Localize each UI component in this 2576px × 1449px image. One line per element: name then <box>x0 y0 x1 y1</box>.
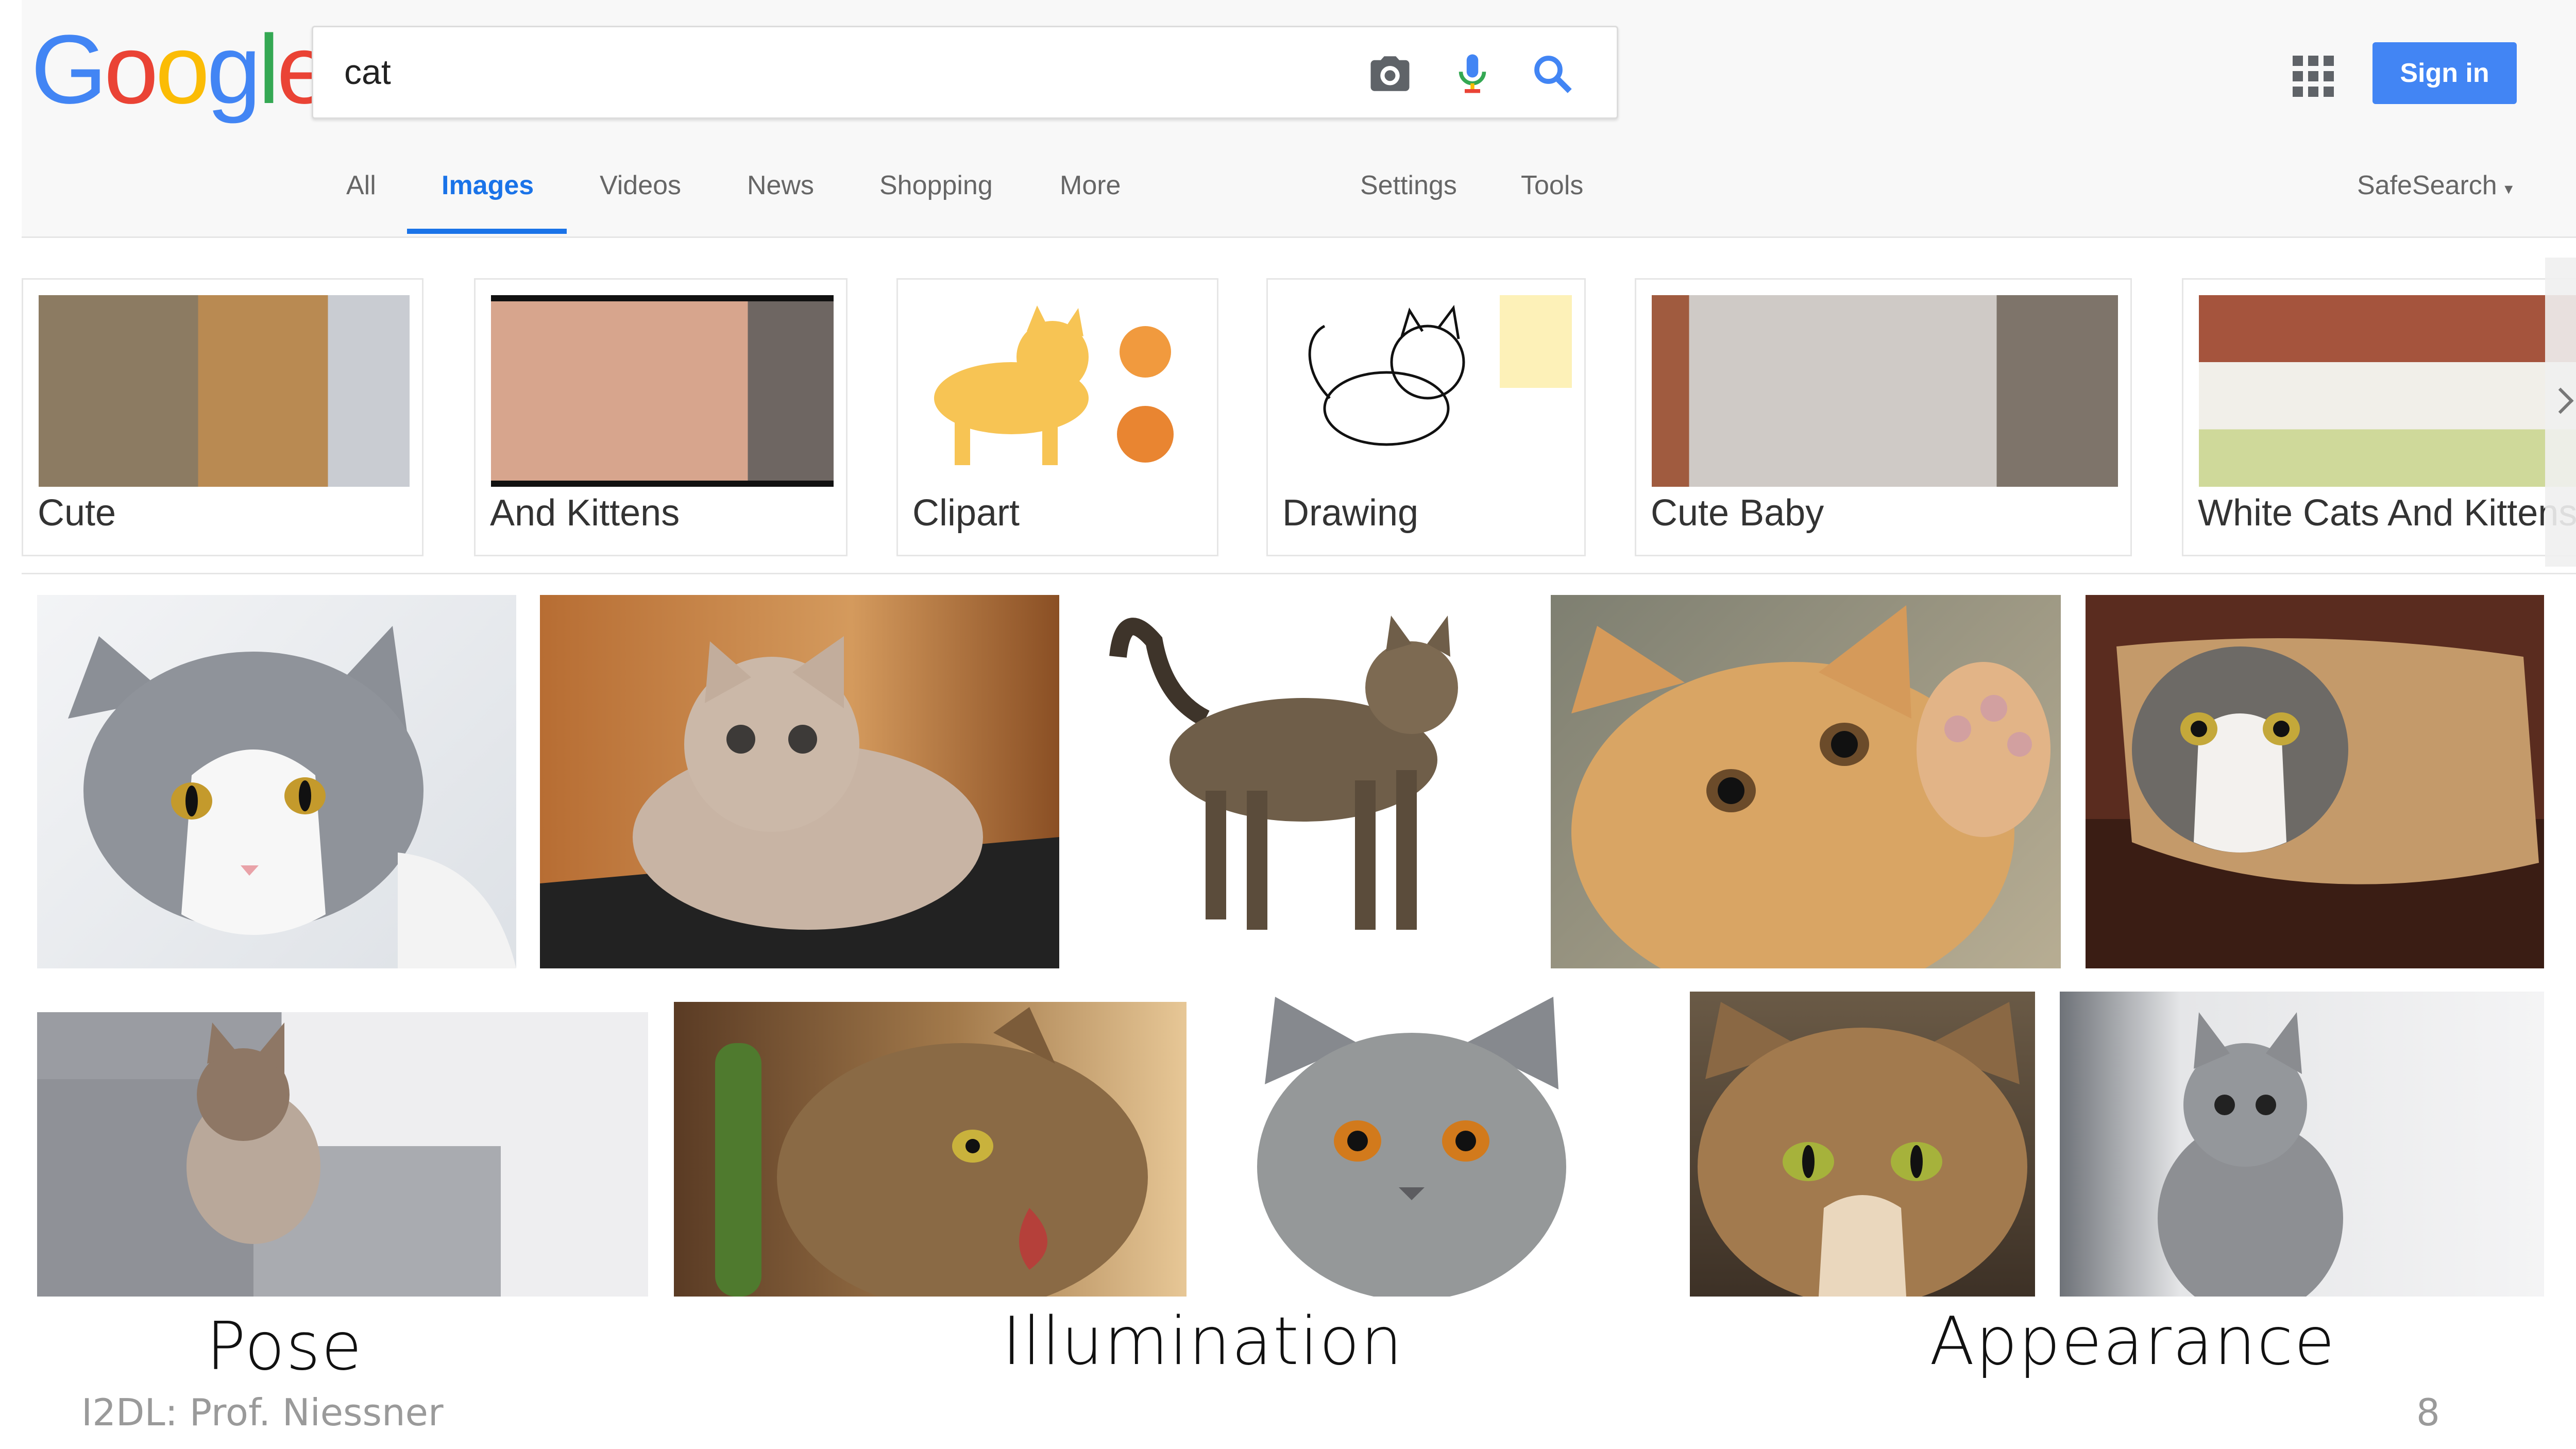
tab-videos[interactable]: Videos <box>600 170 681 201</box>
chip-cute[interactable]: Cute <box>22 278 423 556</box>
chip-thumbnail <box>1283 295 1572 487</box>
chip-cute-baby[interactable]: Cute Baby <box>1635 278 2132 556</box>
result-image[interactable] <box>1244 992 1579 1297</box>
safesearch-dropdown[interactable]: SafeSearch ▾ <box>2357 170 2513 201</box>
chip-label: Clipart <box>912 492 1020 534</box>
tab-all[interactable]: All <box>346 170 376 201</box>
microphone-icon[interactable] <box>1449 50 1496 97</box>
header-divider <box>22 236 2576 238</box>
caret-down-icon: ▾ <box>2504 179 2513 198</box>
chip-thumbnail <box>491 295 834 487</box>
chip-label: Cute <box>38 492 116 534</box>
tab-images[interactable]: Images <box>442 170 534 201</box>
gray-british-shorthair-photo <box>1257 997 1566 1297</box>
tab-more[interactable]: More <box>1060 170 1121 201</box>
result-image[interactable] <box>540 595 1059 968</box>
footer-credit: I2DL: Prof. Niessner <box>81 1391 444 1434</box>
result-image[interactable] <box>1551 595 2061 968</box>
caption-pose: Pose <box>206 1308 363 1385</box>
chip-label: Drawing <box>1282 492 1419 534</box>
gray-white-cat-photo <box>68 626 516 968</box>
tab-settings[interactable]: Settings <box>1360 170 1457 201</box>
drawing-cat-image <box>1308 295 1572 446</box>
cat-in-paper-bag-photo <box>2116 638 2539 884</box>
result-image[interactable] <box>2086 595 2544 968</box>
kitten-on-steps-photo <box>37 1022 501 1297</box>
search-icon[interactable] <box>1529 50 1575 97</box>
logo-letter: l <box>258 15 280 124</box>
chip-thumbnail <box>913 295 1205 487</box>
chip-drawing[interactable]: Drawing <box>1266 278 1586 556</box>
result-image[interactable] <box>674 1002 1187 1297</box>
chip-thumbnail <box>1652 295 2118 487</box>
kitten-on-laptop-photo <box>540 636 1059 968</box>
tab-news[interactable]: News <box>747 170 814 201</box>
tabby-cat-walking-photo <box>1109 616 1458 930</box>
logo-letter: o <box>155 15 210 124</box>
clipart-cat-image <box>934 305 1174 465</box>
logo-letter: o <box>104 15 159 124</box>
chip-thumbnail <box>39 295 410 487</box>
chip-white-cats-and-kittens[interactable]: White Cats And Kittens <box>2182 278 2576 556</box>
result-image[interactable] <box>1690 992 2035 1297</box>
orange-kitten-paw-photo <box>1571 605 2050 968</box>
apps-grid-icon[interactable] <box>2293 56 2334 97</box>
chip-row-divider <box>22 573 2576 574</box>
search-input[interactable] <box>344 27 1375 117</box>
result-image[interactable] <box>1087 595 1499 968</box>
scroll-right-chevron-icon[interactable] <box>2545 258 2576 567</box>
search-box <box>312 26 1618 119</box>
tab-tools[interactable]: Tools <box>1521 170 1583 201</box>
caption-illumination: Illumination <box>1002 1303 1403 1380</box>
chip-label: White Cats And Kittens <box>2198 492 2576 534</box>
chip-thumbnail <box>2199 295 2576 487</box>
result-image[interactable] <box>37 1012 648 1297</box>
tab-shopping[interactable]: Shopping <box>879 170 993 201</box>
chip-label: And Kittens <box>490 492 680 534</box>
chip-clipart[interactable]: Clipart <box>896 278 1218 556</box>
cat-surprised-by-cucumber-photo <box>715 1007 1148 1297</box>
result-image[interactable] <box>37 595 516 968</box>
result-image[interactable] <box>2060 992 2544 1297</box>
chip-label: Cute Baby <box>1651 492 1824 534</box>
google-logo[interactable]: Google <box>31 15 331 124</box>
tabby-cat-face-photo <box>1698 1002 2027 1297</box>
chip-and-kittens[interactable]: And Kittens <box>474 278 848 556</box>
camera-icon[interactable] <box>1367 50 1413 97</box>
logo-letter: g <box>207 15 261 124</box>
safesearch-label: SafeSearch <box>2357 171 2497 200</box>
sign-in-button[interactable]: Sign in <box>2372 42 2517 104</box>
caption-appearance: Appearance <box>1929 1303 2336 1380</box>
page-number: 8 <box>2416 1391 2440 1434</box>
active-tab-indicator <box>407 229 567 234</box>
silver-tabby-kitten-photo <box>2158 1012 2343 1297</box>
logo-letter: G <box>31 15 107 124</box>
